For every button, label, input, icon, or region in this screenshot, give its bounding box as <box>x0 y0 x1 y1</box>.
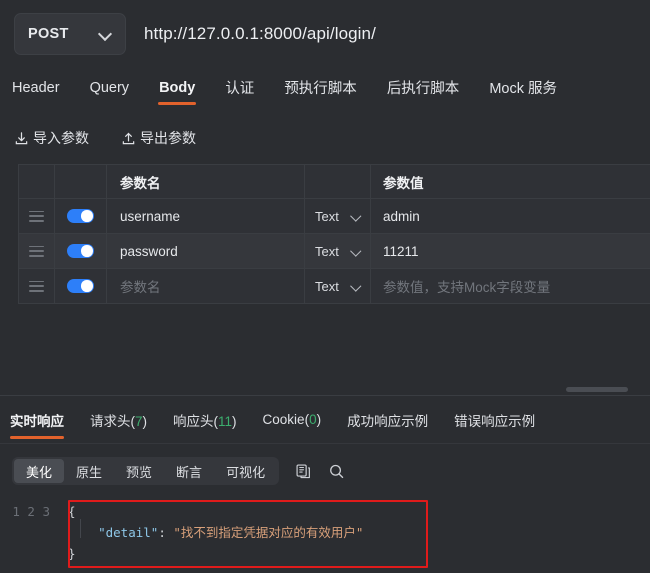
row-drag-handle-cell[interactable] <box>19 269 55 303</box>
param-type-label: Text <box>315 278 339 294</box>
table-row: password Text 11211 <box>19 234 650 269</box>
search-icon[interactable] <box>328 463 345 480</box>
json-open-brace: { <box>68 504 76 519</box>
view-mode-segmented-control: 美化 原生 预览 断言 可视化 <box>12 457 280 485</box>
tab-query[interactable]: Query <box>90 80 130 105</box>
tab-cookie-label: Cookie <box>262 412 305 427</box>
param-type-select[interactable]: Text <box>305 269 371 303</box>
tab-pre-script[interactable]: 预执行脚本 <box>284 77 357 107</box>
tab-live-response-label: 实时响应 <box>10 413 64 429</box>
tab-auth[interactable]: 认证 <box>225 77 254 107</box>
tab-body[interactable]: Body <box>159 80 195 105</box>
http-method-select[interactable]: POST <box>14 13 126 55</box>
request-url-input[interactable]: http://127.0.0.1:8000/api/login/ <box>144 24 376 44</box>
export-params-label: 导出参数 <box>140 130 196 146</box>
header-type-cell <box>305 165 371 198</box>
param-value-input[interactable]: admin <box>371 199 650 233</box>
horizontal-scrollbar[interactable] <box>18 386 650 393</box>
tab-cookie[interactable]: Cookie(0) <box>263 412 322 436</box>
copy-icon[interactable] <box>295 463 312 480</box>
row-enable-toggle-cell[interactable] <box>55 234 107 268</box>
response-tab-bar: 实时响应 请求头(7) 响应头(11) Cookie(0) 成功响应示例 错误响… <box>0 404 650 444</box>
response-headers-count: 11 <box>218 413 233 429</box>
json-value-detail: "找不到指定凭据对应的有效用户" <box>173 525 364 540</box>
import-params-label: 导入参数 <box>33 130 89 146</box>
json-colon: : <box>158 525 174 540</box>
row-drag-handle-cell[interactable] <box>19 234 55 268</box>
import-params-button[interactable]: 导入参数 <box>14 128 89 148</box>
json-key-detail: "detail" <box>98 525 159 540</box>
enable-toggle[interactable] <box>67 278 94 294</box>
upload-icon <box>122 132 135 144</box>
table-row: 参数名 Text 参数值，支持Mock字段变量 <box>19 269 650 304</box>
param-name-input[interactable]: username <box>107 199 305 233</box>
cookie-count: 0 <box>309 412 317 427</box>
param-name-input[interactable]: 参数名 <box>107 269 305 303</box>
download-icon <box>15 131 28 144</box>
header-handle-cell <box>19 165 55 198</box>
column-header-param-name: 参数名 <box>107 165 305 198</box>
chevron-down-icon <box>351 281 362 292</box>
request-headers-count: 7 <box>135 413 143 429</box>
tab-header[interactable]: Header <box>12 80 60 105</box>
param-value-input[interactable]: 11211 <box>371 234 650 268</box>
enable-toggle[interactable] <box>67 208 94 224</box>
request-tab-bar: Header Query Body 认证 预执行脚本 后执行脚本 Mock 服务 <box>0 72 650 112</box>
view-mode-beautify[interactable]: 美化 <box>14 459 65 483</box>
enable-toggle[interactable] <box>67 243 94 259</box>
response-view-toolbar: 美化 原生 预览 断言 可视化 <box>12 456 345 486</box>
param-value-input[interactable]: 参数值，支持Mock字段变量 <box>371 269 650 303</box>
api-client-window: POST http://127.0.0.1:8000/api/login/ He… <box>0 0 650 573</box>
line-number-gutter: 1 2 3 <box>12 504 50 519</box>
tab-live-response[interactable]: 实时响应 <box>10 410 64 439</box>
column-header-param-value: 参数值 <box>383 175 424 191</box>
scrollbar-thumb[interactable] <box>566 387 628 392</box>
param-name-input[interactable]: password <box>107 234 305 268</box>
tab-response-headers[interactable]: 响应头(11) <box>173 410 237 439</box>
view-mode-assertion[interactable]: 断言 <box>164 459 214 483</box>
chevron-down-icon <box>99 28 112 41</box>
drag-handle-icon[interactable] <box>29 210 44 222</box>
table-header-row: 参数名 参数值 <box>19 165 650 199</box>
tab-response-headers-label: 响应头 <box>173 413 214 429</box>
table-row: username Text admin <box>19 199 650 234</box>
param-io-row: 导入参数 导出参数 <box>0 122 650 154</box>
tab-error-example[interactable]: 错误响应示例 <box>454 410 535 439</box>
tab-request-headers-label: 请求头 <box>90 413 131 429</box>
view-mode-visualize[interactable]: 可视化 <box>214 459 277 483</box>
url-bar: POST http://127.0.0.1:8000/api/login/ <box>0 0 650 68</box>
header-toggle-cell <box>55 165 107 198</box>
drag-handle-icon[interactable] <box>29 280 44 292</box>
param-type-label: Text <box>315 208 339 224</box>
http-method-label: POST <box>28 26 69 42</box>
panel-divider <box>0 395 650 396</box>
tab-success-example[interactable]: 成功响应示例 <box>347 410 428 439</box>
drag-handle-icon[interactable] <box>29 245 44 257</box>
response-body-viewer: 1 2 3 { "detail": "找不到指定凭据对应的有效用户" } <box>0 497 650 573</box>
json-close-brace: } <box>68 546 76 561</box>
param-type-select[interactable]: Text <box>305 234 371 268</box>
tab-mock-service[interactable]: Mock 服务 <box>489 77 557 107</box>
chevron-down-icon <box>351 211 362 222</box>
row-enable-toggle-cell[interactable] <box>55 269 107 303</box>
chevron-down-icon <box>351 246 362 257</box>
view-mode-raw[interactable]: 原生 <box>64 459 114 483</box>
param-type-label: Text <box>315 243 339 259</box>
view-mode-preview[interactable]: 预览 <box>114 459 164 483</box>
row-enable-toggle-cell[interactable] <box>55 199 107 233</box>
tab-post-script[interactable]: 后执行脚本 <box>387 77 460 107</box>
param-type-select[interactable]: Text <box>305 199 371 233</box>
response-divider <box>0 443 650 444</box>
row-drag-handle-cell[interactable] <box>19 199 55 233</box>
export-params-button[interactable]: 导出参数 <box>121 128 196 148</box>
json-content[interactable]: { "detail": "找不到指定凭据对应的有效用户" } <box>68 501 363 564</box>
tab-request-headers[interactable]: 请求头(7) <box>90 410 147 439</box>
param-table: 参数名 参数值 username Text admin password Tex… <box>18 164 650 304</box>
